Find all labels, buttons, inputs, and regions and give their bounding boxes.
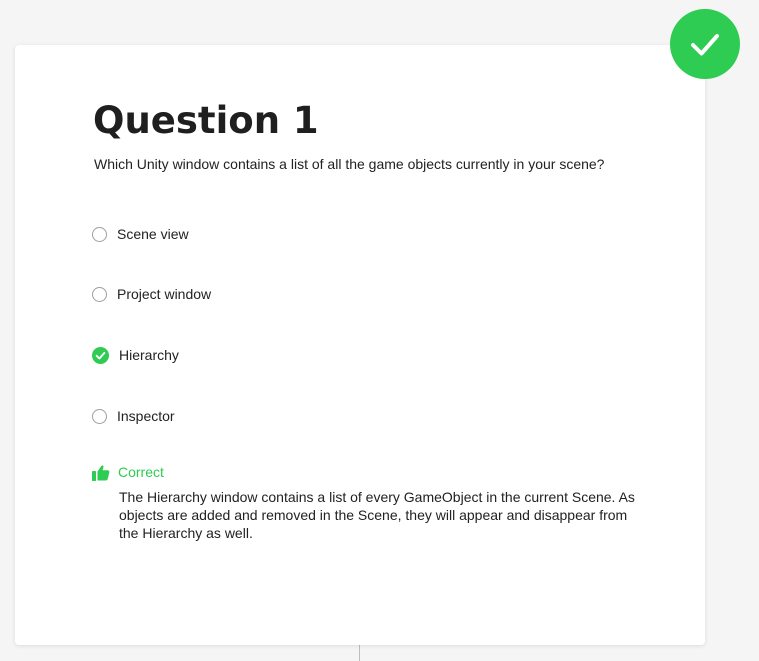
radio-checked-icon[interactable] xyxy=(92,346,109,364)
radio-button-unchecked[interactable] xyxy=(92,286,107,302)
feedback-status: Correct xyxy=(118,464,164,480)
radio-button-unchecked[interactable] xyxy=(92,408,107,424)
answer-option-inspector[interactable]: Inspector xyxy=(92,405,175,427)
checkmark-icon xyxy=(691,34,719,56)
feedback-header: Correct xyxy=(92,463,164,481)
answer-option-hierarchy[interactable]: Hierarchy xyxy=(92,344,179,366)
option-label: Inspector xyxy=(117,408,175,424)
option-label: Project window xyxy=(117,286,212,302)
feedback-explanation: The Hierarchy window contains a list of … xyxy=(119,489,635,541)
thumbs-up-icon xyxy=(92,464,110,481)
question-title: Question 1 xyxy=(93,99,319,142)
question-prompt: Which Unity window contains a list of al… xyxy=(94,156,605,172)
option-label: Scene view xyxy=(117,226,189,242)
status-badge xyxy=(670,9,740,79)
radio-button-unchecked[interactable] xyxy=(92,226,107,242)
option-label: Hierarchy xyxy=(119,347,179,363)
answer-option-scene-view[interactable]: Scene view xyxy=(92,223,189,245)
answer-option-project-window[interactable]: Project window xyxy=(92,283,211,305)
